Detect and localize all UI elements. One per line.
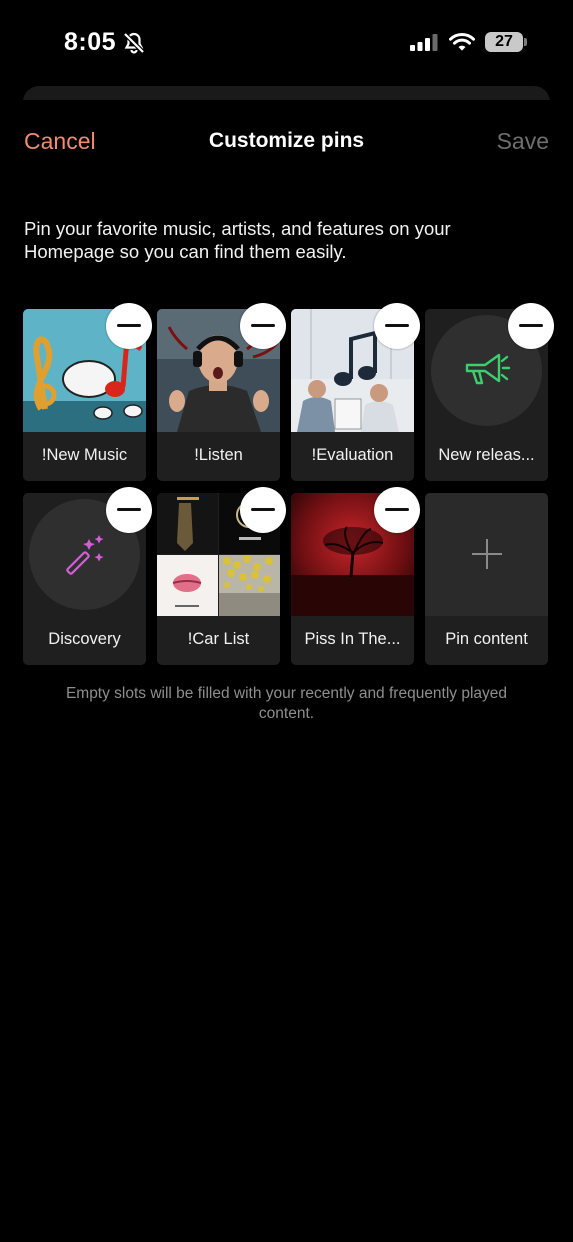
pin-tile[interactable]: !Listen	[157, 303, 286, 481]
pin-label: !Listen	[194, 446, 243, 464]
pin-tile[interactable]: !New Music	[23, 303, 152, 481]
cellular-signal-icon	[410, 34, 438, 51]
remove-pin-button[interactable]	[106, 303, 152, 349]
pin-label: Discovery	[48, 630, 121, 648]
megaphone-icon	[461, 349, 511, 391]
battery-level: 27	[485, 32, 523, 52]
remove-pin-button[interactable]	[374, 303, 420, 349]
remove-pin-button[interactable]	[240, 487, 286, 533]
add-pin-artwork	[425, 493, 548, 616]
battery-tip	[524, 38, 527, 46]
pin-label: !Evaluation	[311, 446, 394, 464]
page-title: Customize pins	[208, 129, 365, 152]
magic-wand-icon	[63, 533, 107, 577]
pin-tile[interactable]: Discovery	[23, 487, 152, 665]
pin-label: !New Music	[41, 446, 128, 464]
remove-pin-button[interactable]	[240, 303, 286, 349]
wifi-icon	[449, 32, 475, 52]
pin-tile[interactable]: New releas...	[425, 303, 554, 481]
pin-content-label: Pin content	[445, 630, 528, 648]
remove-pin-button[interactable]	[374, 487, 420, 533]
remove-pin-button[interactable]	[508, 303, 554, 349]
pin-label: Piss In The...	[304, 630, 401, 648]
footnote-text: Empty slots will be filled with your rec…	[65, 685, 508, 722]
pin-tile[interactable]: !Evaluation	[291, 303, 420, 481]
pin-label: !Car List	[187, 630, 250, 648]
pins-grid: !New Music !Listen !Evaluation New relea…	[23, 303, 554, 665]
description-text: Pin your favorite music, artists, and fe…	[24, 218, 451, 262]
add-pin-tile[interactable]: Pin content	[425, 493, 548, 665]
pin-tile[interactable]: !Car List	[157, 487, 286, 665]
pin-tile[interactable]: Piss In The...	[291, 487, 420, 665]
remove-pin-button[interactable]	[106, 487, 152, 533]
bell-muted-icon	[122, 31, 146, 55]
pin-label: New releas...	[438, 446, 535, 464]
status-time: 8:05	[64, 28, 117, 56]
save-button[interactable]: Save	[497, 128, 549, 155]
status-bar: 8:05 27	[0, 0, 573, 86]
